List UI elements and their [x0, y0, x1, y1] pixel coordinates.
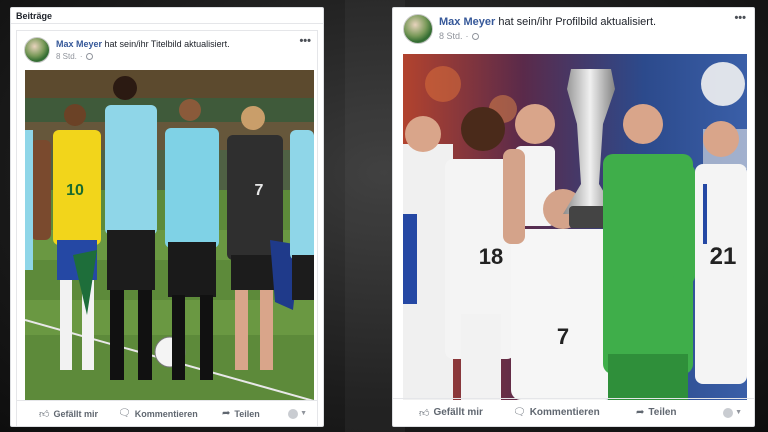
- comment-label: Kommentieren: [529, 407, 600, 418]
- thumbs-up-icon: 👍︎: [39, 408, 50, 420]
- post-container: Max Meyer hat sein/ihr Titelbild aktuali…: [16, 30, 318, 426]
- user-mini-icon: [723, 407, 734, 418]
- reaction-selector[interactable]: ▼: [288, 408, 307, 419]
- post-headline: Max Meyer hat sein/ihr Titelbild aktuali…: [56, 39, 230, 49]
- author-link[interactable]: Max Meyer: [439, 16, 495, 28]
- timestamp[interactable]: 8 Std.: [56, 52, 77, 61]
- thumbs-up-icon: 👍︎: [419, 407, 430, 419]
- timestamp[interactable]: 8 Std.: [439, 31, 463, 41]
- like-label: Gefällt mir: [433, 407, 483, 418]
- more-options-icon[interactable]: •••: [299, 35, 311, 47]
- post-meta: 8 Std. ·: [56, 52, 93, 61]
- post-header: Max Meyer hat sein/ihr Profilbild aktual…: [393, 8, 754, 46]
- globe-icon[interactable]: [85, 53, 93, 60]
- post-photo[interactable]: 10 7: [25, 70, 314, 401]
- post-header: Max Meyer hat sein/ihr Titelbild aktuali…: [17, 31, 317, 69]
- jersey-number: 18: [479, 244, 503, 269]
- speech-bubble-icon: 🗨︎: [513, 407, 526, 418]
- post-photo[interactable]: 18 7 21: [403, 54, 747, 400]
- post-meta: 8 Std. ·: [439, 31, 479, 41]
- share-button[interactable]: ➦ Teilen: [636, 407, 677, 418]
- share-button[interactable]: ➦ Teilen: [222, 408, 260, 419]
- share-label: Teilen: [648, 407, 677, 418]
- jersey-number: 21: [710, 243, 737, 270]
- jersey-number: 10: [66, 182, 84, 199]
- jersey-number: 7: [255, 182, 264, 199]
- avatar[interactable]: [24, 37, 50, 63]
- author-link[interactable]: Max Meyer: [56, 39, 102, 49]
- comment-button[interactable]: 🗨︎ Kommentieren: [513, 407, 600, 418]
- photo-trophy-celebration: 18 7 21: [403, 54, 747, 400]
- like-label: Gefällt mir: [53, 408, 98, 419]
- share-arrow-icon: ➦: [636, 407, 645, 418]
- more-options-icon[interactable]: •••: [734, 12, 746, 24]
- share-label: Teilen: [234, 408, 260, 419]
- speech-bubble-icon: 🗨︎: [118, 408, 131, 419]
- comment-label: Kommentieren: [134, 408, 198, 419]
- post-action-text: hat sein/ihr Profilbild aktualisiert.: [498, 16, 657, 28]
- post-card-profile-photo: Max Meyer hat sein/ihr Profilbild aktual…: [392, 7, 755, 427]
- post-headline: Max Meyer hat sein/ihr Profilbild aktual…: [439, 16, 656, 28]
- chevron-down-icon: ▼: [735, 409, 742, 416]
- section-title: Beiträge: [11, 8, 323, 24]
- like-button[interactable]: 👍︎ Gefällt mir: [39, 408, 98, 420]
- post-actions-bar: 👍︎ Gefällt mir 🗨︎ Kommentieren ➦ Teilen …: [393, 398, 754, 426]
- post-card-cover-photo: Beiträge Max Meyer hat sein/ihr Titelbil…: [10, 7, 324, 427]
- reaction-selector[interactable]: ▼: [723, 407, 742, 418]
- chevron-down-icon: ▼: [300, 410, 307, 417]
- like-button[interactable]: 👍︎ Gefällt mir: [419, 407, 483, 419]
- post-action-text: hat sein/ihr Titelbild aktualisiert.: [104, 39, 230, 49]
- post-actions-bar: 👍︎ Gefällt mir 🗨︎ Kommentieren ➦ Teilen …: [17, 400, 317, 426]
- user-mini-icon: [288, 408, 299, 419]
- photo-referees-and-captains: 10 7: [25, 70, 314, 401]
- share-arrow-icon: ➦: [222, 408, 231, 419]
- comment-button[interactable]: 🗨︎ Kommentieren: [118, 408, 198, 419]
- jersey-number: 7: [557, 324, 569, 349]
- avatar[interactable]: [403, 14, 433, 44]
- globe-icon[interactable]: [471, 32, 479, 40]
